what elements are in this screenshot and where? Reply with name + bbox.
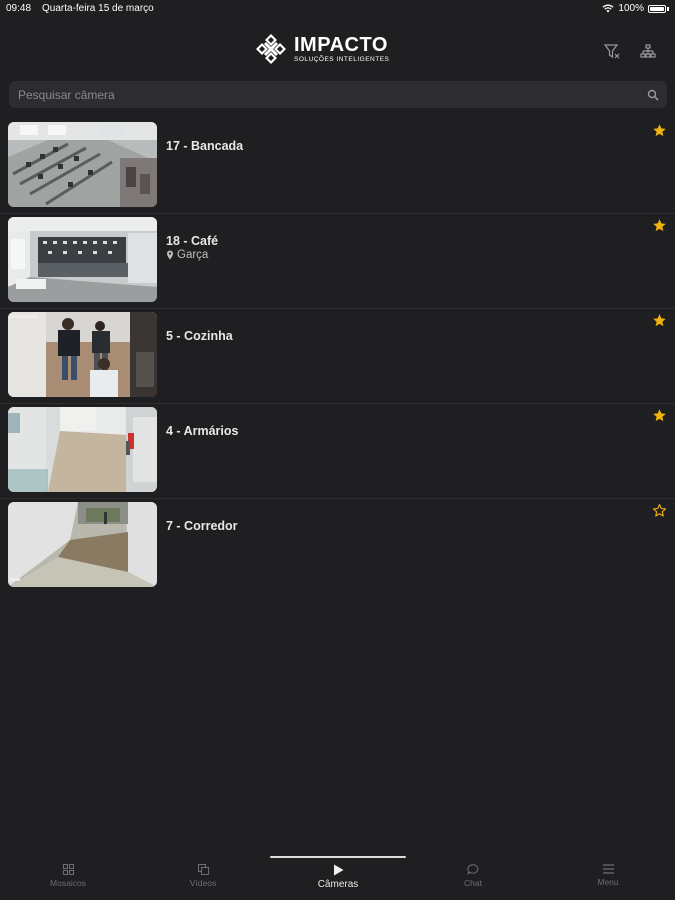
status-bar: 09:48 Quarta-feira 15 de março 100% bbox=[0, 0, 675, 18]
brand-text: IMPACTO SOLUÇÕES INTELIGENTES bbox=[294, 35, 389, 64]
menu-icon bbox=[602, 864, 614, 874]
hierarchy-button[interactable] bbox=[638, 42, 658, 60]
camera-name: 7 - Corredor bbox=[166, 519, 238, 533]
app-header: IMPACTO SOLUÇÕES INTELIGENTES bbox=[0, 28, 675, 72]
wifi-icon bbox=[602, 4, 614, 13]
camera-thumbnail[interactable] bbox=[8, 407, 157, 492]
camera-location-label: Garça bbox=[177, 249, 209, 261]
favorite-star-icon[interactable] bbox=[652, 313, 667, 328]
tab-mosaicos[interactable]: Mosaicos bbox=[28, 864, 108, 888]
tab-menu[interactable]: Menu bbox=[568, 864, 648, 887]
hierarchy-icon bbox=[640, 43, 656, 58]
battery-icon bbox=[648, 4, 666, 13]
camera-item[interactable]: 7 - Corredor bbox=[0, 499, 675, 594]
brand-logo: IMPACTO SOLUÇÕES INTELIGENTES bbox=[254, 32, 389, 66]
chat-icon bbox=[467, 864, 479, 875]
brand-name: IMPACTO bbox=[294, 33, 388, 56]
status-time: 09:48 bbox=[6, 3, 32, 14]
grid-icon bbox=[62, 864, 74, 875]
favorite-star-icon[interactable] bbox=[652, 123, 667, 138]
camera-location: Garça bbox=[166, 249, 208, 261]
camera-name: 17 - Bancada bbox=[166, 139, 244, 153]
copy-icon bbox=[197, 864, 209, 875]
camera-thumbnail[interactable] bbox=[8, 122, 157, 207]
camera-name: 5 - Cozinha bbox=[166, 329, 233, 343]
play-icon bbox=[333, 864, 343, 876]
favorite-star-outline-icon[interactable] bbox=[652, 503, 667, 518]
tab-chat[interactable]: Chat bbox=[433, 864, 513, 888]
camera-name: 4 - Armários bbox=[166, 424, 239, 438]
status-right: 100% bbox=[602, 3, 669, 14]
clear-filter-button[interactable] bbox=[602, 42, 622, 60]
favorite-star-icon[interactable] bbox=[652, 408, 667, 423]
bottom-tab-bar: Mosaicos Vídeos Câmeras Chat Menu bbox=[0, 852, 675, 900]
camera-item[interactable]: 5 - Cozinha bbox=[0, 309, 675, 404]
favorite-star-icon[interactable] bbox=[652, 218, 667, 233]
tab-videos[interactable]: Vídeos bbox=[163, 864, 243, 888]
camera-item[interactable]: 18 - Café Garça bbox=[0, 214, 675, 309]
tab-cameras[interactable]: Câmeras bbox=[298, 864, 378, 890]
filter-clear-icon bbox=[603, 43, 619, 58]
status-date: Quarta-feira 15 de março bbox=[42, 3, 154, 14]
active-tab-indicator bbox=[270, 856, 406, 858]
camera-thumbnail[interactable] bbox=[8, 217, 157, 302]
tab-label: Mosaicos bbox=[50, 878, 86, 888]
impacto-logo-icon bbox=[256, 34, 286, 64]
camera-list: 17 - Bancada 18 - Café Garça 5 - Cozinha… bbox=[0, 119, 675, 594]
camera-item[interactable]: 17 - Bancada bbox=[0, 119, 675, 214]
search-input[interactable] bbox=[9, 81, 638, 108]
tab-label: Vídeos bbox=[189, 878, 217, 888]
search-bar bbox=[9, 81, 667, 108]
location-pin-icon bbox=[167, 250, 173, 260]
battery-tip bbox=[667, 6, 669, 11]
tab-label: Chat bbox=[464, 878, 482, 888]
camera-item[interactable]: 4 - Armários bbox=[0, 404, 675, 499]
search-icon[interactable] bbox=[647, 89, 659, 101]
camera-name: 18 - Café bbox=[166, 234, 219, 248]
camera-thumbnail[interactable] bbox=[8, 502, 157, 587]
brand-tagline: SOLUÇÕES INTELIGENTES bbox=[294, 55, 390, 63]
battery-percent: 100% bbox=[618, 3, 644, 14]
camera-thumbnail[interactable] bbox=[8, 312, 157, 397]
tab-label: Menu bbox=[597, 877, 619, 887]
tab-label: Câmeras bbox=[317, 879, 359, 890]
